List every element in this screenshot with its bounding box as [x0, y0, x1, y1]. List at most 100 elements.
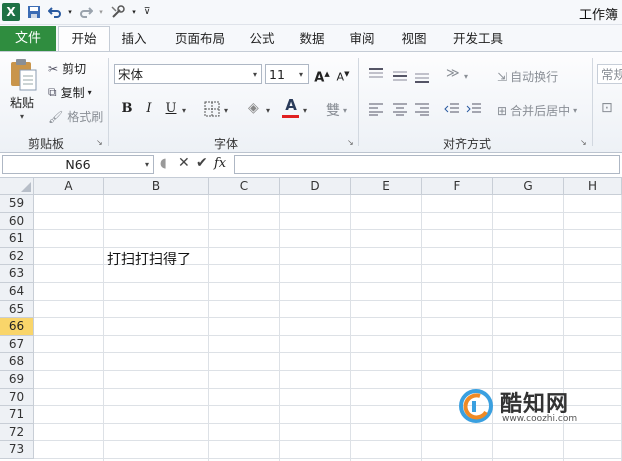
column-header-g[interactable]: G — [493, 178, 564, 195]
merge-cells-icon: ⊞ — [497, 103, 508, 118]
brush-icon: 🖌 — [48, 109, 64, 124]
tab-developer[interactable]: 开发工具 — [446, 28, 510, 50]
coozhi-logo-icon — [459, 389, 493, 423]
tab-home[interactable]: 开始 — [58, 26, 110, 52]
row-header-71[interactable]: 71 — [0, 406, 34, 424]
row-header-68[interactable]: 68 — [0, 353, 34, 371]
redo-dropdown-icon[interactable]: ▾ — [93, 4, 109, 20]
align-right-icon[interactable] — [414, 102, 430, 119]
font-group-label: 字体 — [214, 137, 239, 151]
font-name-dropdown-icon[interactable]: ▾ — [253, 70, 257, 79]
tab-insert[interactable]: 插入 — [112, 28, 156, 50]
cut-button[interactable]: ✂ 剪切 — [48, 60, 86, 77]
number-format-select[interactable]: 常规 — [597, 64, 622, 84]
tab-review[interactable]: 审阅 — [340, 28, 384, 50]
increase-indent-icon[interactable] — [466, 102, 482, 119]
phonetic-icon[interactable]: 雙 — [326, 100, 340, 120]
column-header-a[interactable]: A — [34, 178, 104, 195]
clipboard-launcher-icon[interactable]: ↘ — [96, 138, 103, 147]
shrink-font-icon[interactable]: A▼ — [334, 65, 352, 84]
column-header-h[interactable]: H — [564, 178, 622, 195]
row-header-60[interactable]: 60 — [0, 212, 34, 231]
excel-app-icon[interactable]: X — [2, 3, 20, 21]
align-middle-icon[interactable] — [392, 70, 408, 85]
watermark-url: www.coozhi.com — [502, 414, 578, 424]
decrease-indent-icon[interactable] — [444, 102, 460, 119]
format-painter-button[interactable]: 🖌 格式刷 — [48, 108, 103, 125]
orientation-icon[interactable]: ≫ — [446, 66, 460, 81]
formula-input[interactable] — [234, 155, 620, 174]
row-header-59[interactable]: 59 — [0, 195, 34, 213]
customize-qat-icon[interactable]: ⊽ — [139, 4, 155, 20]
row-header-64[interactable]: 64 — [0, 283, 34, 301]
paste-dropdown-icon[interactable]: ▾ — [20, 112, 24, 121]
phonetic-dropdown-icon[interactable]: ▾ — [343, 106, 347, 115]
fill-color-dropdown-icon[interactable]: ▾ — [266, 106, 270, 115]
font-color-icon[interactable]: A — [283, 96, 299, 114]
row-header-70[interactable]: 70 — [0, 388, 34, 407]
font-color-dropdown-icon[interactable]: ▾ — [303, 106, 307, 115]
tab-page-layout[interactable]: 页面布局 — [164, 28, 236, 50]
orientation-dropdown-icon[interactable]: ▾ — [464, 72, 468, 81]
column-header-c[interactable]: C — [209, 178, 280, 195]
bold-button[interactable]: B — [118, 100, 136, 118]
wrap-text-icon: ⇲ — [497, 69, 508, 84]
row-header-67[interactable]: 67 — [0, 335, 34, 354]
resize-handle-icon[interactable]: ◖ — [160, 156, 167, 171]
align-bottom-icon[interactable] — [414, 72, 430, 87]
gridline — [34, 282, 622, 283]
paste-icon[interactable] — [8, 58, 38, 92]
name-box-dropdown-icon[interactable]: ▾ — [145, 160, 149, 169]
column-header-f[interactable]: F — [422, 178, 493, 195]
column-header-b[interactable]: B — [104, 178, 209, 195]
row-header-66[interactable]: 66 — [0, 318, 34, 336]
divider — [108, 58, 109, 146]
underline-dropdown-icon[interactable]: ▾ — [182, 106, 186, 115]
font-color-swatch — [282, 115, 299, 118]
alignment-launcher-icon[interactable]: ↘ — [580, 138, 587, 147]
currency-icon[interactable]: ⊡ — [601, 100, 613, 116]
select-all-corner[interactable] — [0, 178, 34, 195]
row-header-65[interactable]: 65 — [0, 300, 34, 319]
column-header-e[interactable]: E — [351, 178, 422, 195]
wrap-text-button[interactable]: ⇲ 自动换行 — [497, 68, 558, 85]
row-header-69[interactable]: 69 — [0, 371, 34, 389]
cell-b62[interactable]: 打扫打扫得了 — [107, 249, 191, 269]
align-center-icon[interactable] — [392, 102, 408, 119]
border-dropdown-icon[interactable]: ▾ — [224, 106, 228, 115]
italic-button[interactable]: I — [140, 100, 158, 118]
grow-font-icon[interactable]: A▲ — [313, 65, 331, 85]
row-header-72[interactable]: 72 — [0, 423, 34, 442]
tab-data[interactable]: 数据 — [290, 28, 334, 50]
redo-icon[interactable] — [78, 4, 94, 20]
gridline — [34, 229, 622, 231]
name-box[interactable]: N66 — [2, 155, 154, 174]
border-icon[interactable] — [204, 101, 220, 120]
row-header-63[interactable]: 63 — [0, 265, 34, 283]
cancel-icon[interactable]: ✕ — [178, 155, 190, 171]
tab-file[interactable]: 文件 — [0, 26, 56, 51]
font-size-dropdown-icon[interactable]: ▾ — [299, 70, 303, 79]
row-header-73[interactable]: 73 — [0, 441, 34, 459]
paste-button[interactable]: 粘贴 — [10, 94, 34, 111]
tools-icon[interactable] — [110, 4, 126, 20]
copy-button[interactable]: ⧉ 复制 ▾ — [48, 84, 92, 101]
undo-dropdown-icon[interactable]: ▾ — [62, 4, 78, 20]
gridline — [421, 195, 422, 461]
align-top-icon[interactable] — [368, 68, 384, 83]
column-header-d[interactable]: D — [280, 178, 351, 195]
enter-icon[interactable]: ✔ — [196, 155, 208, 171]
fill-color-icon[interactable]: ◈ — [248, 100, 259, 116]
tab-view[interactable]: 视图 — [392, 28, 436, 50]
tab-formulas[interactable]: 公式 — [240, 28, 284, 50]
row-header-61[interactable]: 61 — [0, 230, 34, 248]
font-launcher-icon[interactable]: ↘ — [347, 138, 354, 147]
align-left-icon[interactable] — [368, 102, 384, 119]
insert-function-icon[interactable]: fx — [214, 156, 226, 171]
underline-button[interactable]: U — [162, 100, 180, 118]
save-icon[interactable] — [26, 4, 42, 20]
row-header-62[interactable]: 62 — [0, 247, 34, 266]
merge-center-button[interactable]: ⊞ 合并后居中 ▾ — [497, 102, 577, 119]
font-name-select[interactable]: 宋体 — [114, 64, 262, 84]
undo-icon[interactable] — [47, 4, 63, 20]
